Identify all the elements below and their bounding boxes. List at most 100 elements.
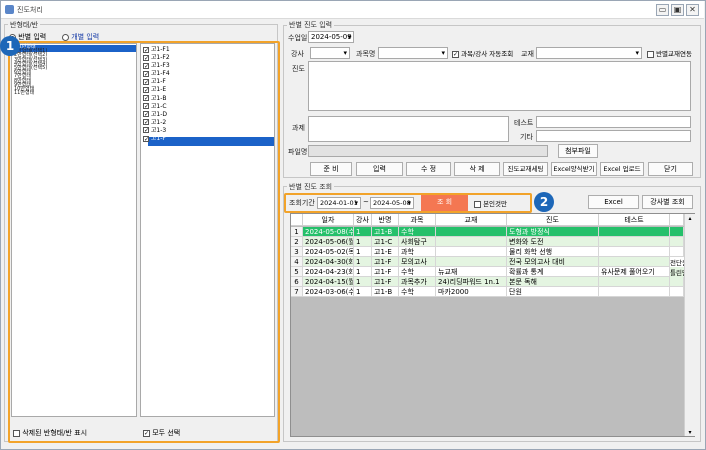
textbook-select[interactable]: [536, 47, 642, 59]
col-date[interactable]: 일자: [303, 214, 354, 226]
col-teacher[interactable]: 강사: [354, 214, 372, 226]
grid-corner: [291, 214, 303, 226]
table-row[interactable]: 4 2024-04-30(화) 1 고1-F 모의고사 전국 모의고사 대비: [291, 257, 684, 267]
table-cell: 2024-04-30(화): [303, 257, 354, 267]
modify-button[interactable]: 수 정: [406, 162, 451, 176]
table-cell: 1: [354, 257, 372, 267]
table-cell: 고1-C: [372, 237, 399, 247]
table-row[interactable]: 2 2024-05-06(월) 1 고1-C 사회탐구 변화와 도전: [291, 237, 684, 247]
table-cell: 1: [354, 247, 372, 257]
table-cell: 마카2000: [436, 287, 507, 297]
radio-individual-label: 개별 입력: [71, 33, 100, 41]
table-cell: 6: [291, 277, 303, 287]
excel-upload-button[interactable]: Excel 업로드: [600, 162, 644, 176]
textbook-link-checkbox[interactable]: 반별교재연동: [647, 48, 692, 58]
col-extra: [670, 214, 684, 226]
app-icon: [5, 5, 14, 14]
table-cell: 유사문제 풀어오기: [599, 267, 670, 277]
table-cell: 도형과 방정식: [507, 227, 599, 237]
table-row[interactable]: 5 2024-04-23(화) 1 고1-F 수학 뉴교재 확률과 통계 유사문제 풀어오기: [291, 267, 684, 277]
table-cell: 2024-03-06(수): [303, 287, 354, 297]
insert-button[interactable]: 입력: [356, 162, 403, 176]
table-cell: [436, 227, 507, 237]
etc-input[interactable]: [536, 130, 691, 142]
table-cell: [436, 237, 507, 247]
date-picker[interactable]: 2024-05-09: [308, 31, 354, 43]
scroll-down-icon[interactable]: ▾: [685, 429, 695, 436]
table-cell: [670, 287, 684, 297]
task-label: 과제: [292, 124, 305, 132]
progress-textarea[interactable]: [308, 61, 691, 111]
table-cell: 고1-E: [372, 247, 399, 257]
prepare-button[interactable]: 준 비: [310, 162, 352, 176]
scroll-up-icon[interactable]: ▴: [685, 214, 695, 224]
window-title: 진도처리: [17, 6, 43, 14]
teacher-query-button[interactable]: 강사별 조회: [642, 195, 693, 209]
subject-select[interactable]: [378, 47, 448, 59]
file-label: 파일명: [288, 148, 308, 156]
table-cell: [599, 237, 670, 247]
table-cell: 확률과 통계: [507, 267, 599, 277]
teacher-select[interactable]: [310, 47, 350, 59]
table-cell: 전국 모의고사 대비: [507, 257, 599, 267]
table-row[interactable]: 6 2024-04-15(월) 1 고1-F 과목추가 24)리딩파워드 1n.1 본문 독…: [291, 277, 684, 287]
col-subject[interactable]: 과목: [399, 214, 436, 226]
table-cell: [670, 227, 684, 237]
table-cell: 3: [291, 247, 303, 257]
col-textbook[interactable]: 교재: [436, 214, 507, 226]
annotation-badge-1: 1: [0, 36, 20, 56]
attach-file-button[interactable]: 첨부파일: [558, 144, 598, 158]
table-cell: [436, 247, 507, 257]
close-form-button[interactable]: 닫기: [648, 162, 693, 176]
grid-header: 일자 강사 반명 과목 교재 진도 테스트: [291, 214, 696, 226]
excel-template-button[interactable]: Excel양식받기: [551, 162, 597, 176]
minimize-button[interactable]: ▭: [656, 4, 669, 16]
progress-grid[interactable]: 일자 강사 반명 과목 교재 진도 테스트 1 2024-05-08(수) 1 고1-…: [290, 213, 695, 437]
table-row[interactable]: 7 2024-03-06(수) 1 고1-B 수학 마카2000 단원: [291, 287, 684, 297]
radio-off-icon: [62, 33, 69, 41]
maximize-button[interactable]: ▣: [671, 4, 684, 16]
textbook-setting-button[interactable]: 진도교재세팅: [503, 162, 548, 176]
table-cell: 사회탐구: [399, 237, 436, 247]
table-row[interactable]: 1 2024-05-08(수) 1 고1-B 수학 도형과 방정식: [291, 227, 684, 237]
col-progress[interactable]: 진도: [507, 214, 599, 226]
test-input[interactable]: [536, 116, 691, 128]
table-cell: 1: [354, 267, 372, 277]
table-cell: 고1-B: [372, 227, 399, 237]
radio-class-label: 반별 입력: [18, 33, 47, 41]
vertical-scrollbar[interactable]: ▴ ▾: [684, 214, 695, 436]
table-cell: 고1-F: [372, 267, 399, 277]
progress-label: 진도: [292, 65, 305, 73]
task-textarea[interactable]: [308, 116, 509, 142]
table-cell: [599, 247, 670, 257]
checkbox-empty-icon: [647, 50, 654, 58]
table-cell: [599, 287, 670, 297]
table-cell: 2024-05-08(수): [303, 227, 354, 237]
checkbox-checked-icon: ✓: [452, 50, 459, 58]
table-cell: [599, 227, 670, 237]
table-cell: 1: [291, 227, 303, 237]
close-button[interactable]: ✕: [686, 4, 699, 16]
table-cell: 고1-B: [372, 287, 399, 297]
subject-label: 과목명: [356, 50, 376, 58]
test-label: 테스트: [514, 119, 534, 127]
table-cell: 물리 화학 선행: [507, 247, 599, 257]
auto-lookup-label: 과목/강사 자동조회: [461, 50, 514, 58]
table-cell: 수학: [399, 287, 436, 297]
excel-button[interactable]: Excel: [588, 195, 639, 209]
table-cell: 2024-04-15(월): [303, 277, 354, 287]
table-cell: 5: [291, 267, 303, 277]
table-row[interactable]: 3 2024-05-02(목) 1 고1-E 과학 물리 화학 선행: [291, 247, 684, 257]
table-cell: 2024-05-06(월): [303, 237, 354, 247]
auto-lookup-checkbox[interactable]: ✓ 과목/강사 자동조회: [452, 48, 513, 58]
table-cell: 2024-05-02(목): [303, 247, 354, 257]
overflow-cell-2: 틀린단: [670, 267, 684, 277]
table-cell: [599, 277, 670, 287]
annotation-box-2: [284, 193, 532, 213]
col-test[interactable]: 테스트: [599, 214, 670, 226]
file-name-input[interactable]: [308, 145, 548, 157]
col-class[interactable]: 반명: [372, 214, 399, 226]
table-cell: 1: [354, 277, 372, 287]
table-cell: 수학: [399, 227, 436, 237]
delete-button[interactable]: 삭 제: [454, 162, 500, 176]
